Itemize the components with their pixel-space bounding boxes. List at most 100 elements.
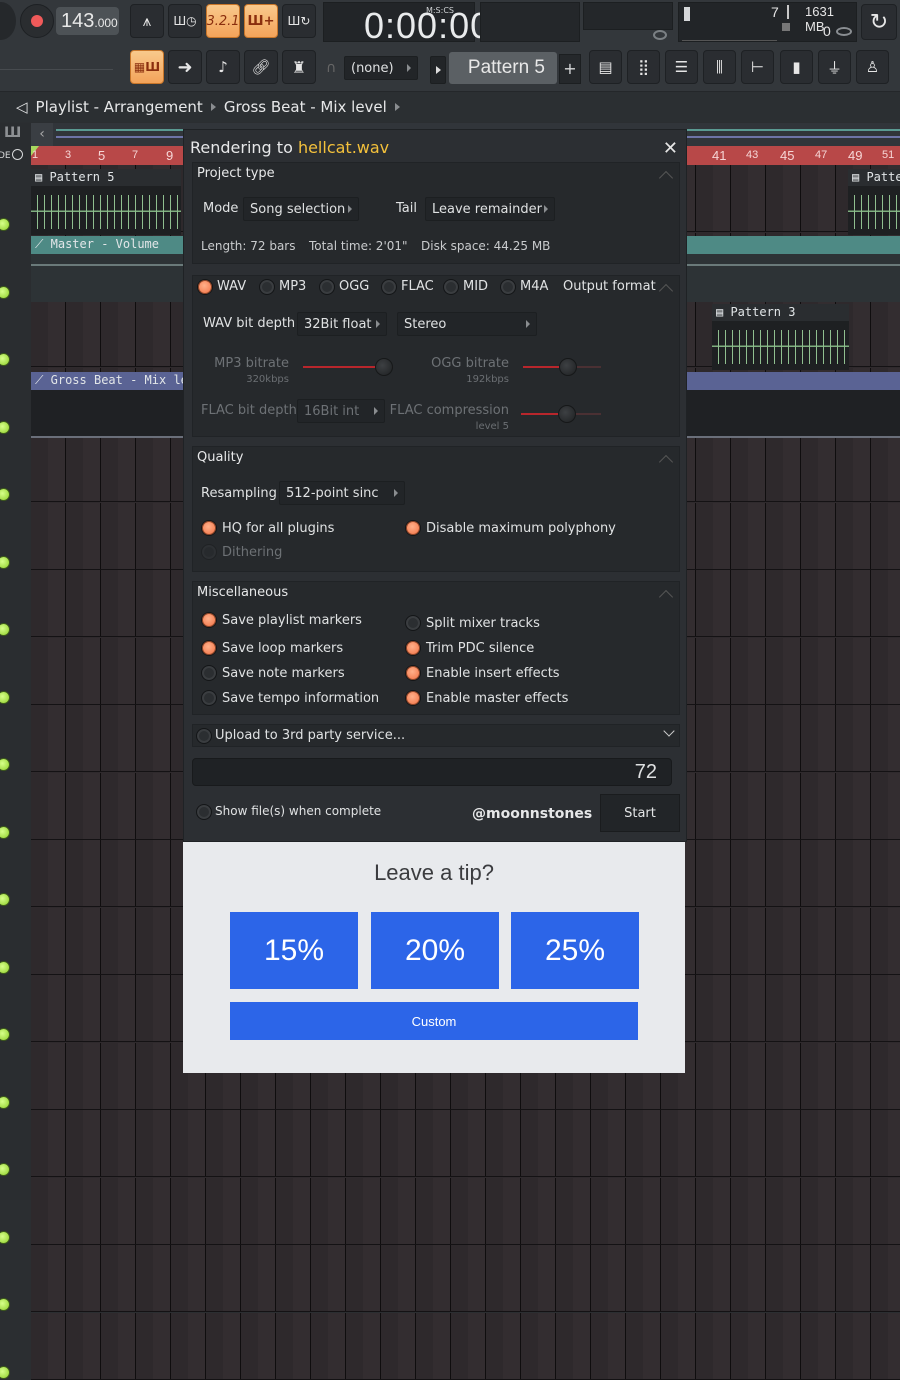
pattern-select[interactable]: Pattern 5 bbox=[449, 52, 557, 84]
collapse-icon[interactable] bbox=[658, 170, 674, 186]
wav-bit-depth-select[interactable]: 32Bit float bbox=[297, 312, 387, 336]
tail-select[interactable]: Leave remainder bbox=[425, 197, 555, 221]
performance-button[interactable]: ♙ bbox=[856, 50, 889, 84]
piano-icon[interactable]: Ш bbox=[4, 125, 21, 141]
piano-roll-button[interactable]: ⣿ bbox=[627, 50, 660, 84]
record-button[interactable] bbox=[20, 4, 54, 38]
quality-checkbox[interactable] bbox=[405, 520, 421, 536]
track-mute-led[interactable] bbox=[0, 1365, 10, 1379]
misc-checkbox[interactable] bbox=[201, 690, 217, 706]
wait-for-input-button[interactable]: Ш◷ bbox=[168, 4, 202, 38]
tip-20-button[interactable]: 20% bbox=[371, 912, 499, 989]
format-radio-flac[interactable] bbox=[381, 279, 397, 295]
track-mute-led[interactable] bbox=[0, 1095, 10, 1109]
track-mute-led[interactable] bbox=[0, 690, 10, 704]
tip-25-button[interactable]: 25% bbox=[511, 912, 639, 989]
track-mute-led[interactable] bbox=[0, 825, 10, 839]
section-header[interactable]: Project type bbox=[197, 166, 275, 181]
scroll-left-button[interactable]: ‹ bbox=[31, 123, 53, 146]
pattern-clip[interactable]: ▤ Pattern 5 bbox=[31, 169, 181, 235]
eye-icon[interactable] bbox=[653, 30, 667, 40]
track-row[interactable] bbox=[31, 1110, 900, 1177]
tip-custom-button[interactable]: Custom bbox=[230, 1002, 638, 1040]
time-display[interactable]: 0:00:00 M:S:CS bbox=[323, 2, 490, 46]
snap-select[interactable]: (none) bbox=[344, 56, 418, 80]
playlist-view-button[interactable]: ▦Ш bbox=[130, 50, 164, 84]
mode-select[interactable]: Song selection bbox=[243, 197, 359, 221]
upload-checkbox[interactable] bbox=[196, 728, 212, 744]
flac-compression-slider[interactable] bbox=[521, 405, 601, 423]
section-header[interactable]: Miscellaneous bbox=[197, 585, 288, 600]
upload-section[interactable]: Upload to 3rd party service... bbox=[192, 724, 680, 747]
misc-checkbox[interactable] bbox=[201, 612, 217, 628]
step-edit-button[interactable]: Ш+ bbox=[244, 4, 278, 38]
misc-checkbox[interactable] bbox=[405, 665, 421, 681]
metronome-button[interactable]: ⩚ bbox=[130, 4, 164, 38]
pattern-prev-button[interactable] bbox=[430, 56, 446, 84]
track-mute-led[interactable] bbox=[0, 960, 10, 974]
breadcrumb-item-playlist[interactable]: Playlist - Arrangement bbox=[36, 98, 203, 116]
arrow-tool-button[interactable]: ➜ bbox=[168, 50, 202, 84]
track-mute-led[interactable] bbox=[0, 1230, 10, 1244]
output-filename[interactable]: hellcat.wav bbox=[298, 138, 389, 157]
add-pattern-button[interactable]: + bbox=[559, 54, 581, 84]
misc-checkbox[interactable] bbox=[405, 615, 421, 631]
format-radio-mid[interactable] bbox=[443, 279, 459, 295]
section-header[interactable]: Output format bbox=[563, 279, 656, 294]
quality-checkbox[interactable] bbox=[201, 520, 217, 536]
plugin-database-button[interactable]: ⏚ bbox=[818, 50, 851, 84]
mp3-bitrate-slider[interactable] bbox=[303, 358, 393, 376]
misc-checkbox[interactable] bbox=[201, 665, 217, 681]
pattern-clip[interactable]: ▤ Patter bbox=[848, 169, 900, 235]
collapse-icon[interactable] bbox=[658, 454, 674, 470]
format-radio-m4a[interactable] bbox=[500, 279, 516, 295]
tip-15-button[interactable]: 15% bbox=[230, 912, 358, 989]
track-row[interactable] bbox=[31, 1177, 900, 1245]
track-mute-led[interactable] bbox=[0, 1298, 10, 1311]
chevron-down-icon[interactable] bbox=[663, 725, 675, 737]
slide-tool-button[interactable]: ♪ bbox=[206, 50, 240, 84]
track-row[interactable] bbox=[31, 1245, 900, 1312]
flac-bit-depth-select[interactable]: 16Bit int bbox=[297, 399, 385, 423]
ogg-bitrate-slider[interactable] bbox=[523, 358, 601, 376]
playlist-window-button[interactable]: ▤ bbox=[589, 50, 622, 84]
target-icon[interactable] bbox=[12, 149, 23, 160]
track-row[interactable] bbox=[31, 1312, 900, 1380]
collapse-icon[interactable] bbox=[658, 283, 674, 299]
resampling-select[interactable]: 512-point sinc bbox=[279, 481, 405, 505]
browser-button[interactable]: ⊢ bbox=[741, 50, 774, 84]
loop-record-button[interactable]: Ш↻ bbox=[282, 4, 316, 38]
project-files-button[interactable]: ▮ bbox=[780, 50, 813, 84]
show-files-checkbox[interactable] bbox=[196, 804, 212, 820]
misc-checkbox[interactable] bbox=[405, 690, 421, 706]
misc-checkbox[interactable] bbox=[405, 640, 421, 656]
quality-checkbox[interactable] bbox=[201, 544, 217, 560]
slider-knob[interactable] bbox=[558, 405, 576, 423]
misc-checkbox[interactable] bbox=[201, 640, 217, 656]
close-icon[interactable]: ✕ bbox=[663, 138, 678, 159]
pattern-clip[interactable]: ▤ Pattern 3 bbox=[712, 304, 849, 370]
track-mute-led[interactable] bbox=[0, 555, 10, 569]
channels-select[interactable]: Stereo bbox=[397, 312, 537, 336]
format-radio-ogg[interactable] bbox=[319, 279, 335, 295]
format-radio-wav[interactable] bbox=[197, 279, 213, 295]
countdown-button[interactable]: 3.2.1 bbox=[206, 4, 240, 38]
track-mute-led[interactable] bbox=[0, 420, 10, 434]
undo-button[interactable]: ↻ bbox=[861, 4, 897, 40]
channel-rack-button[interactable]: ☰ bbox=[665, 50, 698, 84]
speaker-icon[interactable]: ◁ bbox=[16, 98, 28, 116]
knob-tool-button[interactable]: ♜ bbox=[282, 50, 316, 84]
section-header[interactable]: Quality bbox=[197, 450, 243, 465]
slider-knob[interactable] bbox=[559, 358, 577, 376]
collapse-icon[interactable] bbox=[658, 589, 674, 605]
breadcrumb-item-gross-beat[interactable]: Gross Beat - Mix level bbox=[224, 98, 387, 116]
tempo-field[interactable]: 143.000 bbox=[56, 7, 119, 35]
slider-knob[interactable] bbox=[375, 358, 393, 376]
format-radio-mp3[interactable] bbox=[259, 279, 275, 295]
track-mute-led[interactable] bbox=[0, 285, 10, 299]
chevron-right-icon bbox=[394, 103, 400, 111]
play-button[interactable] bbox=[0, 2, 16, 40]
mixer-button[interactable]: ⫼ bbox=[703, 50, 736, 84]
start-button[interactable]: Start bbox=[600, 794, 680, 832]
link-tool-button[interactable]: 🔗︎ bbox=[244, 50, 278, 84]
